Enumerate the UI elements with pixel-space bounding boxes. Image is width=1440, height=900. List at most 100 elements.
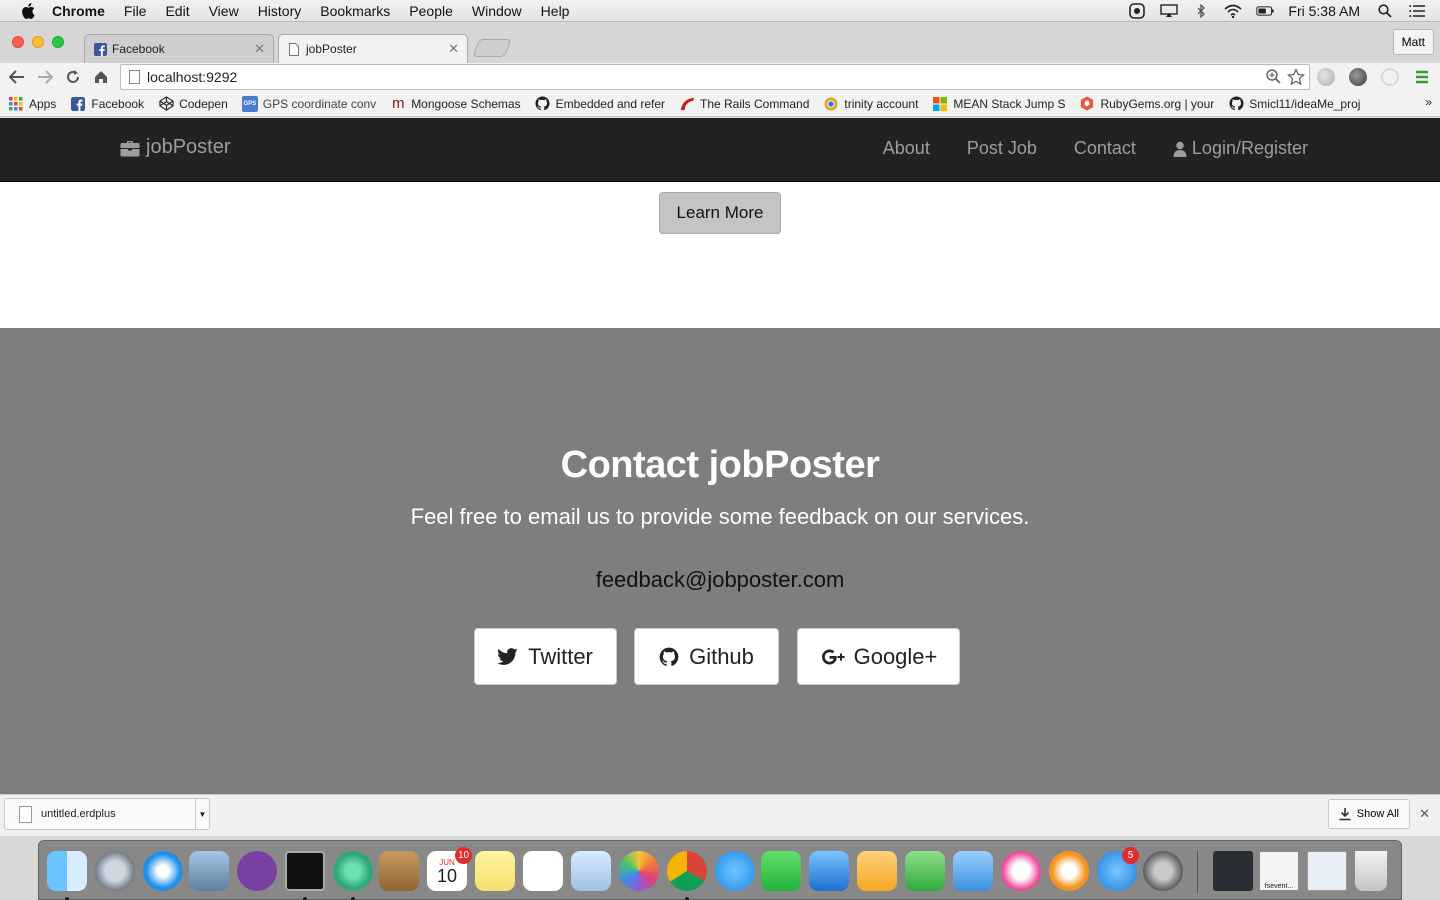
- system-preferences-icon[interactable]: [1143, 851, 1183, 891]
- launchpad-icon[interactable]: [95, 851, 135, 891]
- notes-icon[interactable]: [475, 851, 515, 891]
- bookmark-smicl11[interactable]: Smicl11/ideaMe_proj: [1228, 96, 1360, 112]
- google-plus-button[interactable]: Google+: [797, 628, 960, 685]
- tab-close-icon[interactable]: ✕: [448, 41, 459, 57]
- menu-view[interactable]: View: [209, 3, 239, 19]
- itunes-icon[interactable]: [1001, 851, 1041, 891]
- extension-globe-icon[interactable]: [1317, 68, 1335, 86]
- tab-title: jobPoster: [306, 42, 357, 56]
- download-options-caret-icon[interactable]: ▼: [195, 799, 209, 829]
- menu-bookmarks[interactable]: Bookmarks: [320, 3, 390, 19]
- finder-icon[interactable]: [47, 851, 87, 891]
- profile-button[interactable]: Matt: [1392, 29, 1434, 55]
- notification-center-icon[interactable]: [1408, 4, 1426, 18]
- facetime-icon[interactable]: [761, 851, 801, 891]
- bookmark-mean-stack[interactable]: MEAN Stack Jump S: [932, 96, 1065, 112]
- mongoose-icon: m: [391, 95, 405, 112]
- download-arrow-icon: [1339, 807, 1351, 820]
- menu-help[interactable]: Help: [541, 3, 570, 19]
- contact-title: Contact jobPoster: [560, 444, 880, 486]
- address-bar[interactable]: localhost:9292: [120, 64, 1310, 90]
- wifi-icon[interactable]: [1224, 4, 1242, 18]
- window-minimize-button[interactable]: [32, 36, 44, 48]
- google-plus-label: Google+: [853, 643, 938, 669]
- nav-contact-link[interactable]: Contact: [1074, 138, 1136, 159]
- github-desktop-icon[interactable]: [237, 851, 277, 891]
- bookmark-codepen[interactable]: Codepen: [158, 96, 228, 112]
- tab-facebook[interactable]: Facebook ✕: [84, 34, 274, 63]
- menu-app-name[interactable]: Chrome: [52, 3, 105, 19]
- menu-file[interactable]: File: [124, 3, 147, 19]
- messages-icon[interactable]: [715, 851, 755, 891]
- safari-icon[interactable]: [143, 851, 183, 891]
- numbers-icon[interactable]: [905, 851, 945, 891]
- tab-jobposter[interactable]: jobPoster ✕: [278, 34, 468, 63]
- terminal-icon[interactable]: [285, 851, 325, 891]
- bookmarks-overflow-button[interactable]: »: [1425, 95, 1432, 109]
- pages-icon[interactable]: [857, 851, 897, 891]
- download-shelf-close-icon[interactable]: ✕: [1419, 806, 1430, 822]
- xcode-icon[interactable]: [809, 851, 849, 891]
- reminders-icon[interactable]: [523, 851, 563, 891]
- downloads-stack-icon[interactable]: [1307, 851, 1347, 891]
- menubar-clock[interactable]: Fri 5:38 AM: [1288, 3, 1360, 19]
- bookmark-star-icon[interactable]: [1286, 67, 1306, 89]
- forward-arrow-icon[interactable]: [35, 67, 55, 87]
- github-icon: [535, 96, 551, 112]
- extension-sync-icon[interactable]: [1381, 68, 1399, 86]
- github-button[interactable]: Github: [634, 628, 779, 685]
- contacts-icon[interactable]: [379, 851, 419, 891]
- mail-icon[interactable]: [189, 851, 229, 891]
- bookmark-apps[interactable]: Apps: [8, 96, 56, 112]
- bookmark-label: Mongoose Schemas: [411, 96, 521, 111]
- window-close-button[interactable]: [12, 36, 24, 48]
- spotlight-icon[interactable]: [1376, 4, 1394, 18]
- download-item[interactable]: untitled.erdplus ▼: [4, 798, 210, 830]
- learn-more-button[interactable]: Learn More: [659, 192, 781, 234]
- trash-icon[interactable]: [1355, 851, 1387, 891]
- nav-about-link[interactable]: About: [883, 138, 930, 159]
- tab-close-icon[interactable]: ✕: [254, 41, 265, 57]
- adobe-icon[interactable]: [1128, 3, 1146, 19]
- menu-window[interactable]: Window: [472, 3, 522, 19]
- extension-dark-globe-icon[interactable]: [1349, 68, 1367, 86]
- menu-edit[interactable]: Edit: [165, 3, 189, 19]
- twitter-button[interactable]: Twitter: [474, 628, 617, 685]
- nav-login-register-link[interactable]: Login/Register: [1173, 138, 1308, 159]
- keynote-icon[interactable]: [953, 851, 993, 891]
- site-brand-link[interactable]: jobPoster: [120, 136, 231, 159]
- bookmark-gps[interactable]: GPS GPS coordinate conv: [241, 95, 376, 112]
- preview-icon[interactable]: [571, 851, 611, 891]
- photos-icon[interactable]: [619, 851, 659, 891]
- airplay-icon[interactable]: [1160, 4, 1179, 18]
- bookmark-trinity[interactable]: trinity account: [823, 96, 918, 112]
- chrome-icon[interactable]: [667, 851, 707, 891]
- back-arrow-icon[interactable]: [7, 67, 27, 87]
- chrome-menu-icon[interactable]: [1412, 67, 1432, 87]
- contact-section: Contact jobPoster Feel free to email us …: [0, 328, 1440, 794]
- ibooks-icon[interactable]: [1049, 851, 1089, 891]
- terminal-window-thumbnail[interactable]: [1213, 851, 1253, 891]
- zoom-icon[interactable]: [1265, 68, 1281, 89]
- menu-history[interactable]: History: [258, 3, 302, 19]
- bookmark-rubygems[interactable]: RubyGems.org | your: [1079, 96, 1214, 112]
- google-plus-icon: [821, 649, 845, 664]
- reload-icon[interactable]: [63, 67, 83, 87]
- home-icon[interactable]: [91, 67, 111, 87]
- apple-menu-icon[interactable]: [18, 0, 38, 22]
- window-zoom-button[interactable]: [52, 36, 64, 48]
- bluetooth-icon[interactable]: [1192, 4, 1210, 18]
- new-tab-button[interactable]: [472, 39, 512, 57]
- battery-icon[interactable]: [1256, 4, 1274, 18]
- show-all-downloads-button[interactable]: Show All: [1327, 799, 1410, 829]
- bookmark-mongoose[interactable]: m Mongoose Schemas: [390, 95, 521, 112]
- nav-post-job-link[interactable]: Post Job: [967, 138, 1037, 159]
- bookmark-rails[interactable]: The Rails Command: [679, 96, 809, 112]
- menu-people[interactable]: People: [409, 3, 453, 19]
- url-text[interactable]: localhost:9292: [147, 69, 237, 85]
- bookmark-facebook[interactable]: Facebook: [70, 96, 144, 112]
- atom-icon[interactable]: [333, 851, 373, 891]
- page-icon: [129, 70, 140, 84]
- bookmark-embedded[interactable]: Embedded and refer: [535, 96, 665, 112]
- fsevent-window-thumbnail[interactable]: fsevent...: [1259, 851, 1299, 891]
